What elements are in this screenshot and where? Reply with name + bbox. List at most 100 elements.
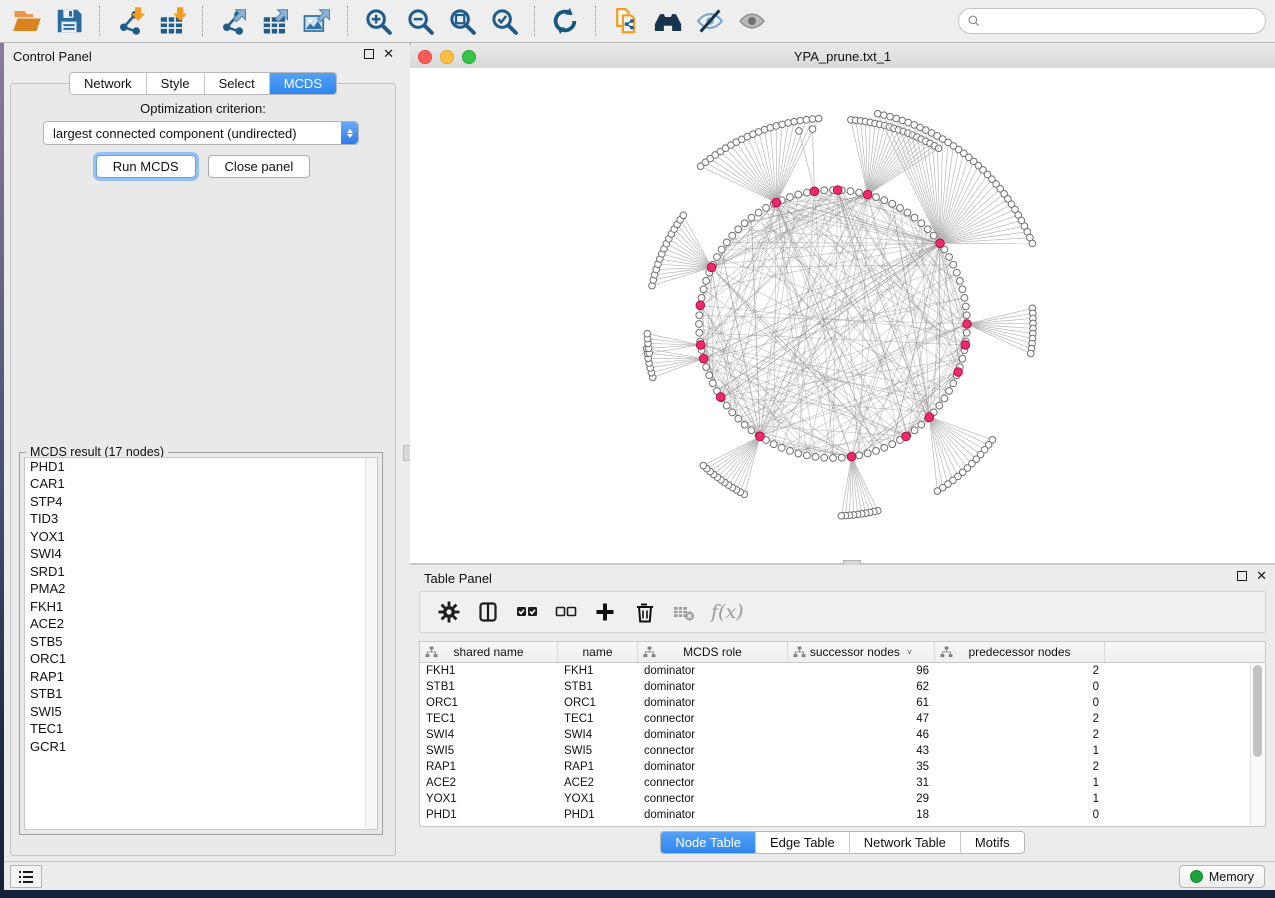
cell-mcds-role[interactable]: dominator bbox=[638, 729, 788, 741]
import-table-button[interactable] bbox=[151, 3, 193, 39]
cell-successor-nodes[interactable]: 18 bbox=[788, 809, 935, 821]
zoom-in-button[interactable] bbox=[357, 3, 399, 39]
table-row[interactable]: PHD1PHD1dominator180 bbox=[420, 807, 1251, 823]
open-file-button[interactable] bbox=[6, 3, 48, 39]
cell-predecessor-nodes[interactable]: 2 bbox=[935, 665, 1105, 677]
select-all-button[interactable] bbox=[512, 597, 542, 627]
mcds-result-item[interactable]: PHD1 bbox=[25, 458, 377, 476]
mcds-result-item[interactable]: SWI5 bbox=[25, 703, 377, 721]
cell-mcds-role[interactable]: dominator bbox=[638, 809, 788, 821]
cell-successor-nodes[interactable]: 96 bbox=[788, 665, 935, 677]
cell-successor-nodes[interactable]: 46 bbox=[788, 729, 935, 741]
cell-shared-name[interactable]: ORC1 bbox=[420, 697, 558, 709]
cell-predecessor-nodes[interactable]: 2 bbox=[935, 729, 1105, 741]
tab-select[interactable]: Select bbox=[205, 73, 270, 94]
mcds-list-scrollbar[interactable] bbox=[365, 458, 377, 829]
table-row[interactable]: RAP1RAP1dominator352 bbox=[420, 759, 1251, 775]
cell-shared-name[interactable]: RAP1 bbox=[420, 761, 558, 773]
zoom-selected-button[interactable] bbox=[483, 3, 525, 39]
cell-shared-name[interactable]: STB1 bbox=[420, 681, 558, 693]
table-row[interactable]: SWI5SWI5connector431 bbox=[420, 743, 1251, 759]
export-image-button[interactable] bbox=[296, 3, 338, 39]
cell-shared-name[interactable]: PHD1 bbox=[420, 809, 558, 821]
table-row[interactable]: TEC1TEC1connector472 bbox=[420, 711, 1251, 727]
cell-shared-name[interactable]: SWI4 bbox=[420, 729, 558, 741]
cell-successor-nodes[interactable]: 61 bbox=[788, 697, 935, 709]
table-row[interactable]: ORC1ORC1dominator610 bbox=[420, 695, 1251, 711]
search-input[interactable] bbox=[986, 13, 1257, 29]
add-row-button[interactable] bbox=[590, 597, 620, 627]
mcds-result-item[interactable]: PMA2 bbox=[25, 581, 377, 599]
export-network-button[interactable] bbox=[212, 3, 254, 39]
mcds-result-list[interactable]: PHD1CAR1STP4TID3YOX1SWI4SRD1PMA2FKH1ACE2… bbox=[24, 457, 378, 830]
tab-node-table[interactable]: Node Table bbox=[661, 832, 756, 853]
mcds-result-item[interactable]: YOX1 bbox=[25, 528, 377, 546]
cell-mcds-role[interactable]: dominator bbox=[638, 697, 788, 709]
mcds-result-item[interactable]: STP4 bbox=[25, 493, 377, 511]
cell-shared-name[interactable]: ACE2 bbox=[420, 777, 558, 789]
cell-name[interactable]: TEC1 bbox=[558, 713, 638, 725]
cell-mcds-role[interactable]: connector bbox=[638, 745, 788, 757]
mcds-result-item[interactable]: TEC1 bbox=[25, 721, 377, 739]
cell-predecessor-nodes[interactable]: 2 bbox=[935, 761, 1105, 773]
gear-button[interactable] bbox=[434, 597, 464, 627]
table-scrollbar-thumb[interactable] bbox=[1253, 665, 1262, 757]
cell-name[interactable]: SWI4 bbox=[558, 729, 638, 741]
column-header-name[interactable]: name bbox=[558, 642, 638, 662]
criterion-dropdown[interactable]: largest connected component (undirected) bbox=[43, 121, 359, 145]
cell-successor-nodes[interactable]: 43 bbox=[788, 745, 935, 757]
show-all-button[interactable] bbox=[731, 3, 773, 39]
table-row[interactable]: STB1STB1dominator620 bbox=[420, 679, 1251, 695]
cell-name[interactable]: RAP1 bbox=[558, 761, 638, 773]
cell-shared-name[interactable]: TEC1 bbox=[420, 713, 558, 725]
cell-name[interactable]: ORC1 bbox=[558, 697, 638, 709]
table-row[interactable]: FKH1FKH1dominator962 bbox=[420, 663, 1251, 679]
cell-predecessor-nodes[interactable]: 1 bbox=[935, 745, 1105, 757]
task-history-button[interactable] bbox=[10, 865, 42, 888]
column-header-MCDS-role[interactable]: MCDS role bbox=[638, 642, 788, 662]
mcds-result-item[interactable]: CAR1 bbox=[25, 476, 377, 494]
tab-network[interactable]: Network bbox=[70, 73, 147, 94]
clone-network-button[interactable] bbox=[605, 3, 647, 39]
cell-successor-nodes[interactable]: 29 bbox=[788, 793, 935, 805]
cell-successor-nodes[interactable]: 31 bbox=[788, 777, 935, 789]
tab-mcds[interactable]: MCDS bbox=[270, 73, 336, 94]
cell-name[interactable]: SWI5 bbox=[558, 745, 638, 757]
hide-selected-button[interactable] bbox=[689, 3, 731, 39]
cell-name[interactable]: STB1 bbox=[558, 681, 638, 693]
deselect-all-button[interactable] bbox=[551, 597, 581, 627]
cell-mcds-role[interactable]: dominator bbox=[638, 681, 788, 693]
cell-predecessor-nodes[interactable]: 1 bbox=[935, 777, 1105, 789]
table-scrollbar[interactable] bbox=[1250, 663, 1265, 826]
network-canvas[interactable] bbox=[410, 68, 1275, 563]
cell-shared-name[interactable]: FKH1 bbox=[420, 665, 558, 677]
close-panel-icon[interactable]: ✕ bbox=[383, 49, 394, 59]
mcds-result-item[interactable]: RAP1 bbox=[25, 668, 377, 686]
cell-name[interactable]: PHD1 bbox=[558, 809, 638, 821]
column-header-predecessor-nodes[interactable]: predecessor nodes bbox=[935, 642, 1105, 662]
mcds-result-item[interactable]: STB5 bbox=[25, 633, 377, 651]
cell-mcds-role[interactable]: dominator bbox=[638, 665, 788, 677]
tab-edge-table[interactable]: Edge Table bbox=[756, 832, 850, 853]
search-box[interactable] bbox=[958, 8, 1266, 34]
cell-mcds-role[interactable]: connector bbox=[638, 777, 788, 789]
mcds-result-item[interactable]: GCR1 bbox=[25, 738, 377, 756]
cell-successor-nodes[interactable]: 47 bbox=[788, 713, 935, 725]
mcds-result-item[interactable]: SRD1 bbox=[25, 563, 377, 581]
table-close-panel-icon[interactable]: ✕ bbox=[1256, 571, 1267, 581]
cell-shared-name[interactable]: YOX1 bbox=[420, 793, 558, 805]
column-header-shared-name[interactable]: shared name bbox=[420, 642, 558, 662]
tab-network-table[interactable]: Network Table bbox=[850, 832, 961, 853]
cell-name[interactable]: ACE2 bbox=[558, 777, 638, 789]
cell-name[interactable]: FKH1 bbox=[558, 665, 638, 677]
table-row[interactable]: ACE2ACE2connector311 bbox=[420, 775, 1251, 791]
save-session-button[interactable] bbox=[48, 3, 90, 39]
mcds-result-item[interactable]: STB1 bbox=[25, 686, 377, 704]
tab-style[interactable]: Style bbox=[147, 73, 205, 94]
delete-row-button[interactable] bbox=[629, 597, 659, 627]
mcds-result-item[interactable]: FKH1 bbox=[25, 598, 377, 616]
import-network-button[interactable] bbox=[109, 3, 151, 39]
mcds-result-item[interactable]: ORC1 bbox=[25, 651, 377, 669]
cell-mcds-role[interactable]: connector bbox=[638, 793, 788, 805]
table-row[interactable]: YOX1YOX1connector291 bbox=[420, 791, 1251, 807]
